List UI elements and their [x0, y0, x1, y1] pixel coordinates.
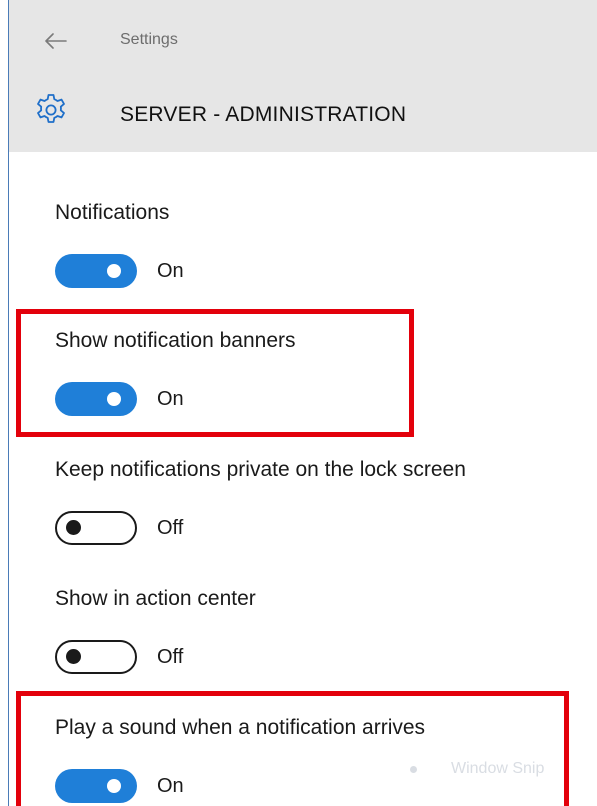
show-banners-toggle[interactable] — [55, 382, 137, 416]
toggle-knob — [66, 520, 81, 535]
toggle-knob — [107, 264, 121, 278]
action-center-toggle[interactable] — [55, 640, 137, 674]
notifications-toggle[interactable] — [55, 254, 137, 288]
toggle-knob — [66, 649, 81, 664]
bullet-icon — [410, 765, 417, 773]
background-window-title: Window Snip — [451, 760, 545, 777]
toggle-state-label: On — [157, 387, 184, 410]
toggle-row: On — [55, 254, 184, 288]
toggle-knob — [107, 779, 121, 793]
toggle-row: On — [55, 382, 184, 416]
private-lock-screen-toggle[interactable] — [55, 511, 137, 545]
setting-label: Notifications — [55, 201, 170, 224]
toggle-row: On — [55, 769, 184, 803]
setting-label: Show in action center — [55, 587, 256, 610]
back-button[interactable] — [39, 24, 73, 58]
setting-label: Keep notifications private on the lock s… — [55, 458, 466, 481]
setting-label: Show notification banners — [55, 329, 296, 352]
setting-play-sound: Play a sound when a notification arrives… — [55, 716, 426, 803]
setting-show-banners: Show notification banners On — [55, 329, 296, 416]
play-sound-toggle[interactable] — [55, 769, 137, 803]
toggle-row: Off — [55, 640, 183, 674]
toggle-knob — [107, 392, 121, 406]
breadcrumb-settings: Settings — [120, 31, 178, 48]
setting-private-lock-screen: Keep notifications private on the lock s… — [55, 458, 466, 545]
window-left-edge — [0, 0, 9, 806]
background-window-hint: Window Snip — [410, 760, 544, 778]
header: Settings SERVER - ADMINISTRATION — [9, 0, 597, 152]
toggle-state-label: Off — [157, 645, 184, 668]
arrow-left-icon — [45, 33, 67, 49]
notification-settings: Notifications On Show notification banne… — [9, 152, 597, 806]
toggle-state-label: On — [157, 774, 184, 797]
toggle-row: Off — [55, 511, 183, 545]
page-title: SERVER - ADMINISTRATION — [120, 103, 407, 126]
setting-action-center: Show in action center Off — [55, 587, 256, 674]
setting-notifications: Notifications On — [55, 201, 184, 288]
toggle-state-label: Off — [157, 516, 184, 539]
toggle-state-label: On — [157, 259, 184, 282]
gear-icon — [37, 94, 65, 123]
setting-label: Play a sound when a notification arrives — [55, 716, 426, 739]
settings-window: Settings SERVER - ADMINISTRATION Notific… — [0, 0, 597, 806]
